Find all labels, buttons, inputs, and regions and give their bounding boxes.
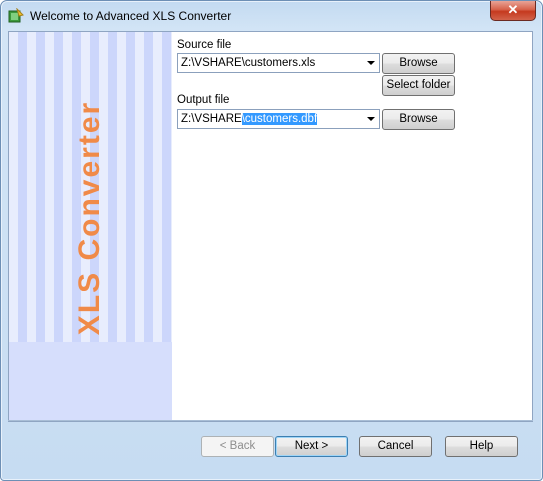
window-title: Welcome to Advanced XLS Converter xyxy=(30,9,232,23)
output-file-combo[interactable]: Z:\VSHARE\customers.dbf xyxy=(177,109,380,129)
output-file-value: Z:\VSHARE\customers.dbf xyxy=(181,113,318,125)
source-file-combo[interactable]: Z:\VSHARE\customers.xls xyxy=(177,53,380,73)
source-file-value: Z:\VSHARE\customers.xls xyxy=(181,57,316,69)
source-file-label: Source file xyxy=(177,39,232,51)
app-icon xyxy=(8,8,24,23)
close-button[interactable]: ✕ xyxy=(490,1,536,21)
footer-divider xyxy=(8,420,533,421)
cancel-button[interactable]: Cancel xyxy=(359,436,432,457)
source-browse-button[interactable]: Browse xyxy=(382,53,455,74)
title-bar[interactable]: Welcome to Advanced XLS Converter ✕ xyxy=(1,1,542,31)
banner-title: XLS Converter xyxy=(73,100,106,336)
wizard-window: Welcome to Advanced XLS Converter ✕ XLS … xyxy=(0,0,543,481)
next-button[interactable]: Next > xyxy=(275,436,348,457)
chevron-down-icon[interactable] xyxy=(367,117,375,121)
output-browse-button[interactable]: Browse xyxy=(382,109,455,130)
help-button[interactable]: Help xyxy=(445,436,518,457)
select-folder-button[interactable]: Select folder xyxy=(382,75,455,96)
side-banner: XLS Converter xyxy=(9,32,172,421)
wizard-page: XLS Converter Source file Z:\VSHARE\cust… xyxy=(8,31,533,422)
close-icon: ✕ xyxy=(507,2,519,17)
chevron-down-icon[interactable] xyxy=(367,61,375,65)
back-button[interactable]: < Back xyxy=(201,436,274,457)
output-file-label: Output file xyxy=(177,94,230,106)
output-file-prefix: Z:\VSHARE xyxy=(181,113,242,125)
output-file-selected-text: \customers.dbf xyxy=(241,113,318,125)
